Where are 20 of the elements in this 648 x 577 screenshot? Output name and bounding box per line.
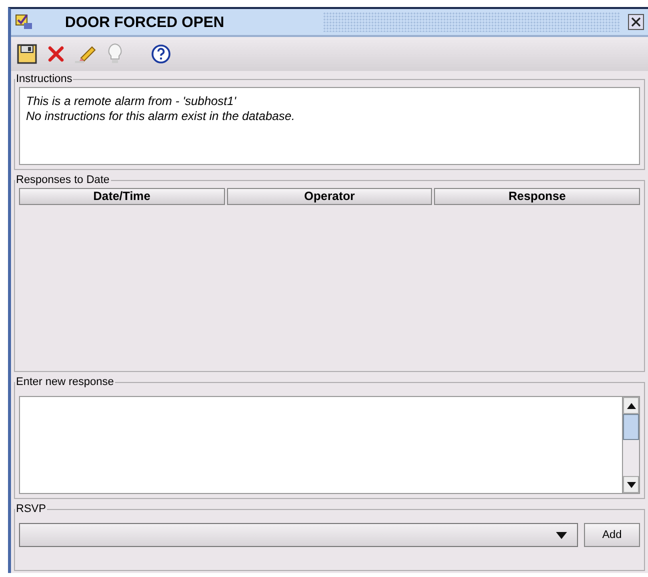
column-header[interactable]: Response [434, 188, 640, 205]
delete-icon[interactable] [47, 45, 65, 63]
column-header[interactable]: Date/Time [19, 188, 225, 205]
group-label: Responses to Date [15, 174, 111, 186]
window-title: DOOR FORCED OPEN [64, 14, 226, 30]
alarm-icon [15, 14, 33, 30]
close-icon [631, 17, 641, 27]
group-label: Enter new response [15, 376, 115, 388]
help-icon[interactable] [151, 44, 171, 64]
pencil-icon[interactable] [75, 44, 97, 64]
instruction-text: This is a remote alarm from - 'subhost1' [26, 94, 238, 109]
close-button[interactable] [628, 14, 644, 30]
column-header[interactable]: Operator [226, 188, 432, 205]
rsvp-dropdown[interactable] [19, 523, 578, 547]
dropdown-arrow-icon [556, 532, 567, 538]
add-button[interactable]: Add [584, 523, 640, 547]
instruction-text: No instructions for this alarm exist in the database. [26, 109, 296, 124]
save-icon[interactable] [17, 44, 37, 64]
group-label: Instructions [15, 73, 74, 85]
group-label: RSVP [15, 503, 47, 515]
